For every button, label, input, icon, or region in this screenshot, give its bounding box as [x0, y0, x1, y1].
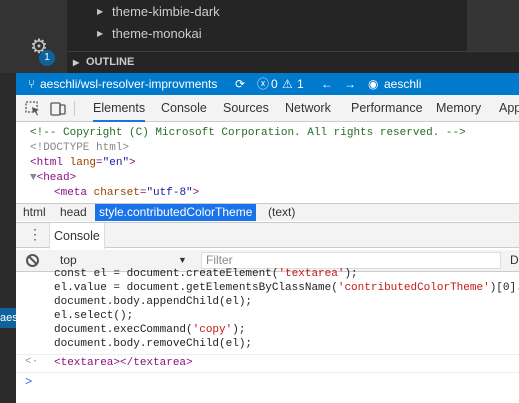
tab-performance[interactable]: Performance: [351, 95, 423, 122]
error-count[interactable]: 0: [271, 73, 278, 95]
dom-node-doctype[interactable]: <!DOCTYPE html>: [30, 141, 129, 156]
tab-console[interactable]: Console: [161, 95, 207, 122]
outline-section-header[interactable]: ▶ OUTLINE: [67, 51, 519, 73]
warning-icon: ⚠: [282, 77, 293, 91]
chevron-right-icon: ▶: [97, 29, 104, 38]
crumb-text[interactable]: (text): [264, 204, 299, 221]
crumb-style[interactable]: style.contributedColorTheme: [95, 204, 257, 221]
branch-icon: ⑂: [28, 77, 36, 91]
editor-tab-peek[interactable]: aes: [0, 308, 16, 328]
return-arrow-icon: <·: [25, 356, 39, 368]
warning-count[interactable]: 1: [297, 73, 304, 95]
dom-node-head[interactable]: ▼<head>: [30, 171, 76, 186]
console-line: el.value = document.getElementsByClassNa…: [54, 282, 519, 294]
dom-node-html[interactable]: <html lang="en">: [30, 156, 136, 171]
user-name[interactable]: aeschli: [384, 73, 421, 95]
expand-triangle-icon[interactable]: ▼: [30, 172, 37, 184]
status-bar: ⑂ aeschli/wsl-resolver-improvments ⟳ ⓧ 0…: [16, 73, 519, 95]
console-input[interactable]: [54, 375, 504, 389]
console-output: const el = document.createElement('texta…: [16, 268, 519, 403]
toolbar-divider: [74, 101, 75, 116]
prompt-icon: >: [25, 375, 33, 389]
console-line: document.execCommand('copy');: [54, 324, 246, 336]
lang-attr: lang: [69, 157, 97, 169]
dom-node-meta[interactable]: <meta charset="utf-8">: [54, 186, 199, 201]
drawer-tab-console[interactable]: Console: [49, 223, 105, 249]
log-levels-dropdown[interactable]: D: [510, 250, 519, 271]
console-line: document.body.removeChild(el);: [54, 338, 253, 350]
notification-badge: 1: [39, 50, 55, 66]
branch-name[interactable]: aeschli/wsl-resolver-improvments: [40, 73, 217, 95]
tree-item-theme-monokai[interactable]: ▶ theme-monokai: [67, 23, 519, 45]
inspect-element-icon[interactable]: [25, 101, 41, 116]
meta-tag: <meta: [54, 187, 88, 199]
comment-text: <!-- Copyright (C) Microsoft Corporation…: [30, 127, 466, 139]
explorer-sidebar: ▶ theme-kimbie-dark ▶ theme-monokai ▶ OU…: [67, 0, 519, 73]
dom-node-comment[interactable]: <!-- Copyright (C) Microsoft Corporation…: [30, 126, 466, 141]
head-tag: <head>: [36, 172, 77, 184]
console-result[interactable]: <textarea></textarea>: [54, 356, 193, 370]
lang-value: "en": [102, 157, 130, 169]
arrow-left-icon[interactable]: ←: [321, 73, 333, 95]
devtools-panel: Elements Console Sources Network Perform…: [16, 95, 519, 403]
tab-elements[interactable]: Elements: [93, 95, 146, 122]
tab-memory[interactable]: Memory: [436, 95, 481, 122]
html-tag-close: >: [129, 157, 136, 169]
tree-item-label: theme-kimbie-dark: [112, 4, 220, 19]
screen: ⚙ 1 ▶ theme-kimbie-dark ▶ theme-monokai …: [0, 0, 519, 403]
tab-network[interactable]: Network: [285, 95, 331, 122]
sync-icon[interactable]: ⟳: [235, 73, 245, 95]
outline-label: OUTLINE: [86, 56, 135, 68]
editor-gutter: [0, 73, 16, 403]
meta-tag-close: >: [192, 187, 200, 199]
more-options-icon[interactable]: ⋮: [28, 227, 42, 241]
scrollbar-thumb[interactable]: [467, 0, 519, 51]
charset-attr: charset: [93, 187, 140, 199]
arrow-right-icon[interactable]: →: [344, 73, 356, 95]
github-icon: ◉: [368, 77, 379, 91]
error-icon: ⓧ: [257, 77, 270, 91]
chevron-right-icon: ▶: [97, 7, 104, 16]
tree-item-theme-kimbie-dark[interactable]: ▶ theme-kimbie-dark: [67, 1, 519, 23]
breadcrumb: html head style.contributedColorTheme (t…: [16, 203, 519, 221]
console-line: document.body.appendChild(el);: [54, 296, 253, 308]
divider: [16, 372, 519, 373]
devtools-tab-bar: Elements Console Sources Network Perform…: [16, 95, 519, 122]
elements-tree: <!-- Copyright (C) Microsoft Corporation…: [16, 123, 519, 203]
tab-sources[interactable]: Sources: [223, 95, 269, 122]
divider: [16, 354, 519, 355]
html-tag: <html: [30, 157, 64, 169]
console-line: el.select();: [54, 310, 134, 322]
clear-console-icon[interactable]: [26, 254, 39, 267]
tab-application[interactable]: App: [499, 95, 519, 122]
chevron-right-icon: ▶: [73, 58, 80, 67]
console-line: const el = document.createElement('texta…: [54, 268, 358, 280]
charset-value: "utf-8": [146, 187, 193, 199]
doctype-text: <!DOCTYPE html>: [30, 142, 130, 154]
tree-item-label: theme-monokai: [112, 26, 202, 41]
activity-bar: ⚙ 1: [0, 0, 67, 73]
crumb-head[interactable]: head: [56, 204, 91, 221]
drawer-tab-bar: ⋮ Console: [16, 222, 519, 249]
crumb-html[interactable]: html: [19, 204, 50, 221]
device-toolbar-icon[interactable]: [50, 101, 66, 116]
